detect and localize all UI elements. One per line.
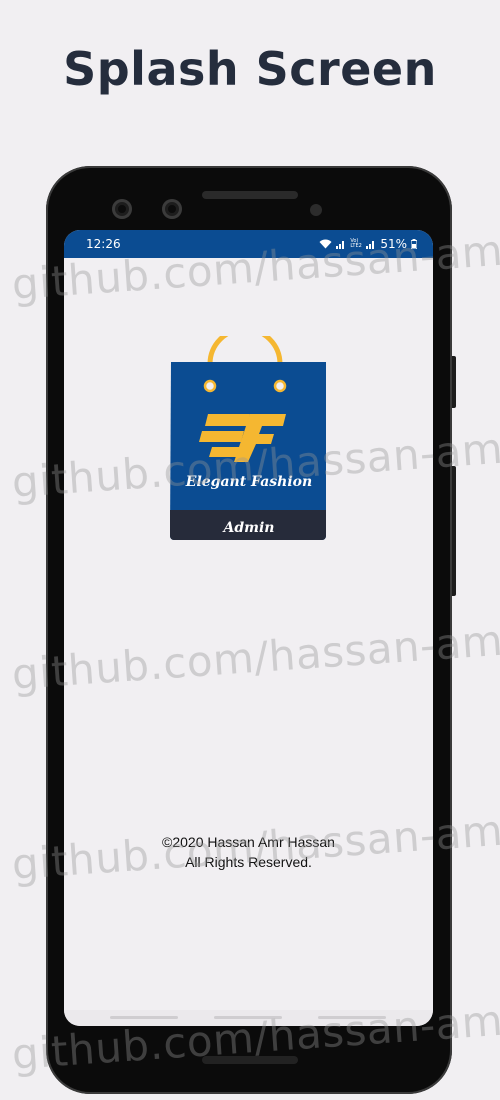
copyright-text: ©2020 Hassan Amr Hassan: [162, 834, 335, 850]
phone-frame: 12:26 Vo) LTE2 51% Elegant Fashion Admin…: [46, 166, 456, 1094]
app-logo: Elegant Fashion Admin: [168, 326, 330, 546]
nav-recents-button[interactable]: [110, 1016, 178, 1019]
wifi-icon: [319, 239, 332, 249]
signal-2-icon: [366, 239, 376, 249]
nav-bar: [64, 1010, 433, 1026]
status-time: 12:26: [86, 237, 121, 251]
status-icons: Vo) LTE2 51%: [319, 237, 417, 251]
page-heading: Splash Screen: [63, 42, 437, 96]
volume-button: [452, 356, 456, 408]
brand-name: Elegant Fashion: [185, 474, 312, 490]
front-camera-2-icon: [162, 199, 182, 219]
power-button: [452, 466, 456, 596]
page: Splash Screen 12:26 Vo) LTE2 51% Elegant…: [0, 0, 500, 1100]
network-label: Vo) LTE2: [350, 238, 362, 249]
battery-icon: [411, 239, 417, 249]
admin-label: Admin: [222, 520, 275, 536]
signal-1-icon: [336, 239, 346, 249]
status-bar: 12:26 Vo) LTE2 51%: [64, 230, 433, 258]
phone-screen: 12:26 Vo) LTE2 51% Elegant Fashion Admin…: [64, 230, 433, 1026]
earpiece-speaker: [202, 191, 298, 199]
proximity-sensor: [310, 204, 322, 216]
front-camera-icon: [112, 199, 132, 219]
rights-text: All Rights Reserved.: [185, 854, 312, 870]
nav-home-button[interactable]: [214, 1016, 282, 1019]
copyright-block: ©2020 Hassan Amr Hassan All Rights Reser…: [64, 832, 433, 872]
battery-percent: 51%: [380, 237, 407, 251]
nav-back-button[interactable]: [318, 1016, 386, 1019]
bottom-speaker: [202, 1056, 298, 1064]
